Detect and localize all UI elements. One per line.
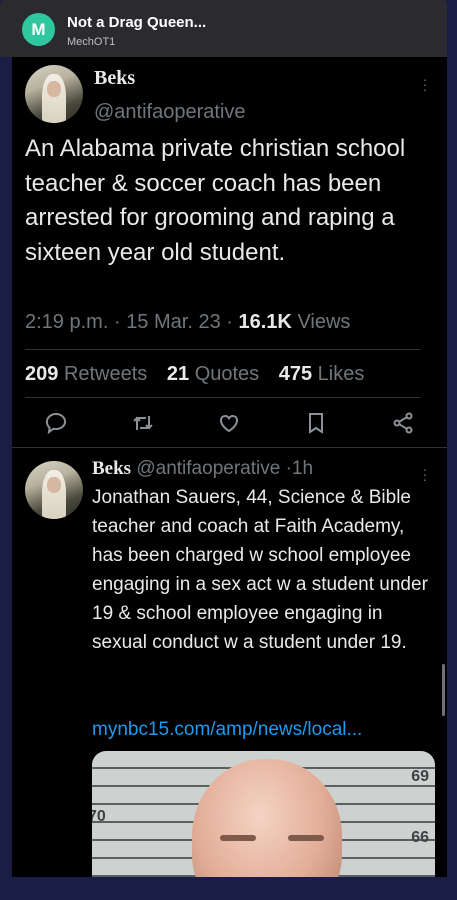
more-icon[interactable]: · · ·	[422, 462, 428, 486]
reply-header: Beks @antifaoperative ·1h	[92, 458, 314, 479]
height-label: 66	[411, 829, 429, 846]
tweet-meta: 2:19 p.m. · 15 Mar. 23 · 16.1K Views	[25, 311, 351, 333]
reply-text: Jonathan Sauers, 44, Science & Bible tea…	[92, 487, 428, 653]
height-label: 69	[411, 768, 429, 785]
likes-stat[interactable]: 475 Likes	[279, 363, 365, 385]
bookmark-icon[interactable]	[304, 411, 328, 435]
reply-author-name[interactable]: Beks	[92, 458, 131, 479]
engagement-stats: 209 Retweets 21 Quotes 475 Likes	[25, 363, 364, 386]
more-icon[interactable]: · · ·	[422, 72, 428, 96]
views-label: Views	[297, 311, 351, 333]
tweet-text: An Alabama private christian school teac…	[25, 135, 406, 266]
author-name[interactable]: Beks	[94, 67, 135, 90]
tweet-date[interactable]: 15 Mar. 23	[126, 311, 221, 333]
retweet-icon[interactable]	[131, 411, 155, 435]
author-handle[interactable]: @antifaoperative	[94, 101, 246, 124]
tweet-time[interactable]: 2:19 p.m.	[25, 311, 108, 333]
divider	[25, 397, 420, 398]
app-logo-icon[interactable]: M	[22, 13, 55, 46]
header-subtitle: MechOT1	[67, 36, 116, 48]
divider	[25, 349, 420, 350]
divider	[12, 447, 447, 448]
app-header: M Not a Drag Queen... MechOT1	[0, 0, 447, 57]
tweet-panel: Beks @antifaoperative · · · An Alabama pri…	[12, 57, 447, 877]
views-count: 16.1K	[238, 311, 292, 333]
retweets-stat[interactable]: 209 Retweets	[25, 363, 147, 385]
author-avatar[interactable]	[25, 65, 83, 123]
share-icon[interactable]	[391, 411, 415, 435]
reply-icon[interactable]	[44, 411, 68, 435]
quotes-stat[interactable]: 21 Quotes	[167, 363, 259, 385]
scrollbar[interactable]	[442, 664, 445, 716]
reply-author-avatar[interactable]	[25, 461, 83, 519]
reply-link[interactable]: mynbc15.com/amp/news/local...	[92, 719, 362, 741]
like-icon[interactable]	[217, 411, 241, 435]
height-label: 70	[92, 808, 106, 825]
reply-age[interactable]: 1h	[292, 458, 313, 479]
mugshot-image[interactable]: 69 66 70	[92, 751, 435, 877]
reply-author-handle[interactable]: @antifaoperative	[136, 458, 280, 479]
header-title: Not a Drag Queen...	[67, 14, 207, 31]
